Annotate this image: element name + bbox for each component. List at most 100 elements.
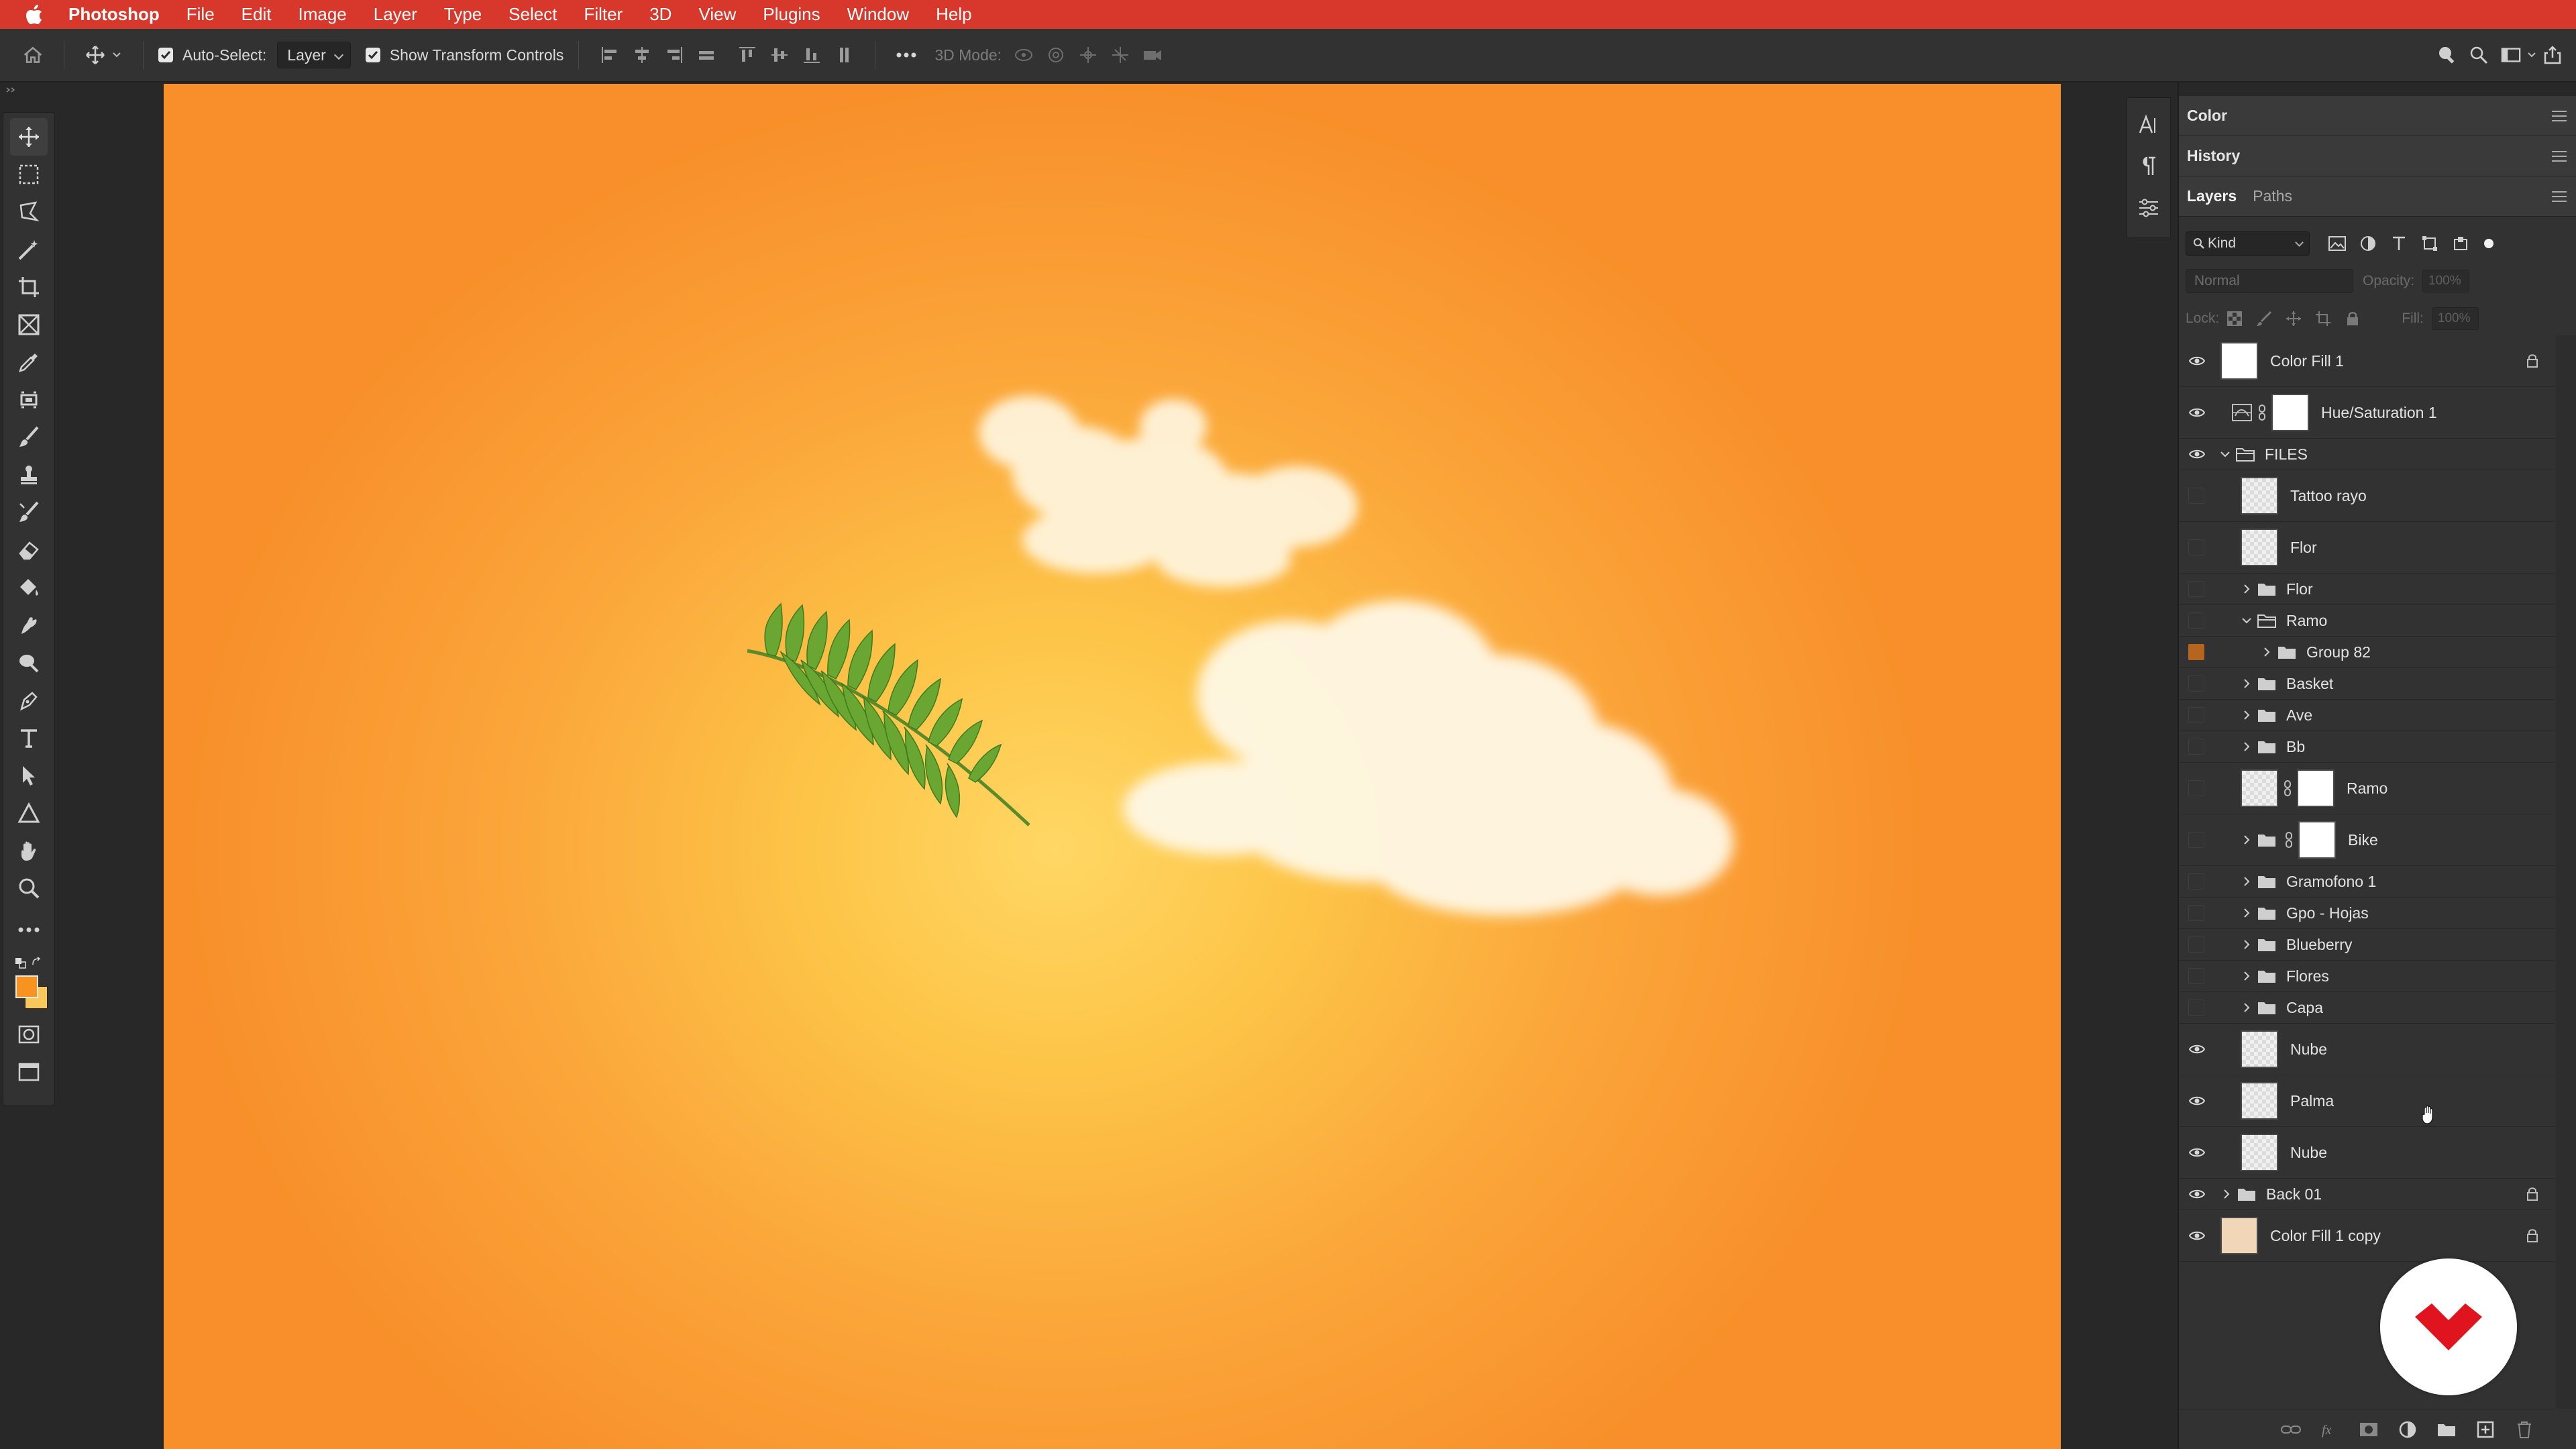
layer-group-row[interactable]: Ramo — [2179, 605, 2555, 637]
visibility-toggle-off[interactable] — [2188, 936, 2204, 953]
link-icon[interactable] — [2257, 403, 2267, 422]
healing-tool[interactable] — [10, 381, 48, 419]
eye-icon[interactable] — [2184, 1088, 2210, 1114]
filter-pixel-icon[interactable] — [2327, 233, 2347, 254]
chevron-right-icon[interactable] — [2241, 834, 2253, 846]
menu-image[interactable]: Image — [298, 4, 346, 25]
layer-group-row[interactable]: Flores — [2179, 961, 2555, 992]
layer-group-row[interactable]: Ave — [2179, 700, 2555, 731]
lock-position-icon[interactable] — [2285, 310, 2302, 327]
chevron-right-icon[interactable] — [2241, 907, 2253, 919]
foreground-color-swatch[interactable] — [15, 975, 38, 998]
filter-type-icon[interactable] — [2389, 233, 2409, 254]
add-mask-icon[interactable] — [2359, 1419, 2379, 1440]
auto-select-checkbox[interactable] — [158, 48, 173, 62]
visibility-toggle-off[interactable] — [2188, 780, 2204, 796]
eye-icon[interactable] — [2184, 441, 2210, 467]
layer-group-row[interactable]: Blueberry — [2179, 929, 2555, 961]
3d-pan-icon[interactable] — [1078, 45, 1098, 65]
chevron-right-icon[interactable] — [2220, 1188, 2233, 1200]
link-layers-icon[interactable] — [2281, 1419, 2301, 1440]
align-right-icon[interactable] — [664, 45, 684, 65]
canvas-area[interactable] — [56, 84, 2135, 1449]
visibility-toggle-off[interactable] — [2188, 581, 2204, 597]
panel-menu-icon[interactable] — [2552, 191, 2567, 202]
chevron-right-icon[interactable] — [2261, 646, 2273, 658]
layer-group-row[interactable]: Bb — [2179, 731, 2555, 763]
align-left-icon[interactable] — [600, 45, 620, 65]
nube-small-cloud[interactable] — [942, 372, 1411, 614]
align-center-h-icon[interactable] — [632, 45, 652, 65]
magic-wand-tool[interactable] — [10, 231, 48, 268]
layer-filter-kind-dropdown[interactable]: Kind — [2186, 231, 2310, 256]
tab-layers[interactable]: Layers — [2179, 176, 2245, 217]
layer-row[interactable]: Color Fill 1 copy — [2179, 1210, 2555, 1262]
eye-icon[interactable] — [2184, 1036, 2210, 1062]
menu-filter[interactable]: Filter — [584, 4, 623, 25]
workspace-icon[interactable] — [2501, 45, 2521, 65]
new-group-icon[interactable] — [2436, 1419, 2457, 1440]
opacity-field[interactable]: 100% — [2422, 270, 2470, 292]
3d-slide-icon[interactable] — [1110, 45, 1130, 65]
layer-group-row[interactable]: Group 82 — [2179, 637, 2555, 668]
layer-group-row[interactable]: FILES — [2179, 439, 2555, 470]
blend-mode-dropdown[interactable]: Normal — [2186, 269, 2353, 293]
menu-plugins[interactable]: Plugins — [763, 4, 820, 25]
palma-leaf[interactable] — [741, 590, 1089, 845]
chevron-right-icon[interactable] — [2241, 938, 2253, 951]
filter-smart-object-icon[interactable] — [2451, 233, 2471, 254]
visibility-toggle-off[interactable] — [2188, 873, 2204, 890]
menu-select[interactable]: Select — [508, 4, 557, 25]
move-tool[interactable] — [10, 118, 48, 156]
layer-mask-thumbnail[interactable] — [2297, 769, 2334, 807]
history-brush-tool[interactable] — [10, 494, 48, 531]
chevron-down-icon[interactable] — [2241, 614, 2253, 627]
filter-adjustment-icon[interactable] — [2358, 233, 2378, 254]
toolbar-grip[interactable] — [0, 83, 56, 96]
panel-dock-grip[interactable] — [2179, 83, 2576, 96]
layer-row[interactable]: Tattoo rayo — [2179, 470, 2555, 522]
visibility-toggle-off[interactable] — [2188, 676, 2204, 692]
layer-row[interactable]: Nube — [2179, 1127, 2555, 1179]
color-swatches[interactable] — [10, 973, 48, 1016]
chevron-right-icon[interactable] — [2241, 678, 2253, 690]
auto-select-target-dropdown[interactable]: Layer — [277, 42, 351, 68]
show-transform-option[interactable]: Show Transform Controls — [365, 46, 564, 64]
lock-pixels-icon[interactable] — [2255, 310, 2273, 327]
layers-scrollbar[interactable] — [2556, 335, 2576, 1409]
swap-colors-icon[interactable] — [32, 957, 42, 967]
lock-transparent-icon[interactable] — [2226, 310, 2243, 327]
lock-all-icon[interactable] — [2344, 310, 2361, 327]
menu-view[interactable]: View — [698, 4, 736, 25]
distribute-h-icon[interactable] — [696, 45, 716, 65]
link-icon[interactable] — [2282, 779, 2293, 798]
share-icon[interactable] — [2542, 45, 2563, 65]
menu-help[interactable]: Help — [936, 4, 971, 25]
apple-logo-icon[interactable] — [25, 4, 46, 25]
align-top-icon[interactable] — [737, 45, 757, 65]
stamp-tool[interactable] — [10, 456, 48, 494]
document-canvas[interactable] — [164, 84, 2061, 1449]
visibility-toggle-off[interactable] — [2188, 832, 2204, 848]
frame-tool[interactable] — [10, 306, 48, 343]
chevron-right-icon[interactable] — [2241, 741, 2253, 753]
layer-group-row[interactable]: Basket — [2179, 668, 2555, 700]
chevron-right-icon[interactable] — [2241, 1002, 2253, 1014]
menu-edit[interactable]: Edit — [241, 4, 272, 25]
eye-icon[interactable] — [2184, 1181, 2210, 1207]
layer-group-row[interactable]: Gramofono 1 — [2179, 866, 2555, 898]
visibility-toggle-off[interactable] — [2188, 488, 2204, 504]
layer-row[interactable]: Palma — [2179, 1075, 2555, 1127]
new-layer-icon[interactable] — [2475, 1419, 2496, 1440]
3d-roll-icon[interactable] — [1046, 45, 1066, 65]
chevron-right-icon[interactable] — [2241, 970, 2253, 982]
more-tools[interactable] — [10, 911, 48, 949]
chevron-right-icon[interactable] — [2241, 875, 2253, 888]
panel-menu-icon[interactable] — [2552, 111, 2567, 121]
visibility-toggle-off[interactable] — [2188, 739, 2204, 755]
type-tool[interactable] — [10, 719, 48, 757]
layer-row[interactable]: Flor — [2179, 522, 2555, 574]
quick-mask-icon[interactable] — [10, 1016, 48, 1053]
fill-field[interactable]: 100% — [2431, 307, 2479, 330]
crop-tool[interactable] — [10, 268, 48, 306]
